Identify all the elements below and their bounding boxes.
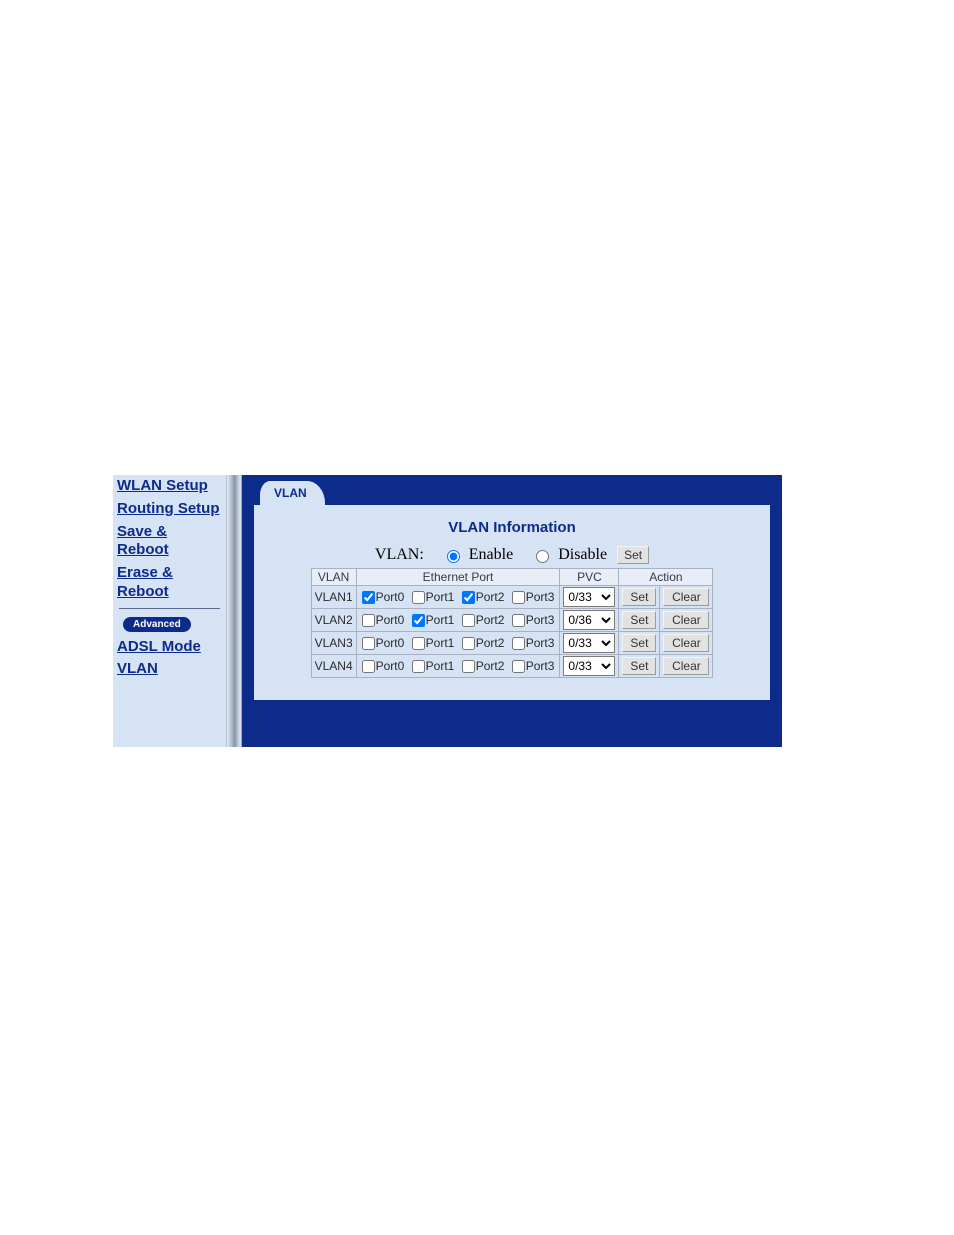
sidebar-item-wlan-setup[interactable]: WLAN Setup: [117, 477, 222, 496]
vlan-table: VLAN Ethernet Port PVC Action VLAN1 Port…: [311, 568, 714, 678]
vlan-name: VLAN3: [311, 632, 356, 655]
vlan-enable-row: VLAN: Enable Disable Set: [262, 546, 762, 564]
port2-checkbox[interactable]: [462, 614, 475, 627]
vlan-set-button[interactable]: Set: [617, 546, 649, 564]
vlan-name: VLAN1: [311, 586, 356, 609]
table-row: VLAN2 Port0 Port1 Port2 Port3 0/36 Set C…: [311, 609, 713, 632]
sidebar-item-save-reboot[interactable]: Save & Reboot: [117, 523, 222, 561]
port1-checkbox[interactable]: [412, 614, 425, 627]
port3-checkbox[interactable]: [512, 614, 525, 627]
col-ethernet-port: Ethernet Port: [356, 569, 560, 586]
row-set-button[interactable]: Set: [622, 634, 656, 652]
port0-checkbox[interactable]: [362, 660, 375, 673]
pvc-select[interactable]: 0/36: [563, 610, 615, 630]
port3-checkbox[interactable]: [512, 591, 525, 604]
row-clear-button[interactable]: Clear: [663, 588, 709, 606]
content-panel: VLAN Information VLAN: Enable Disable Se…: [254, 505, 770, 700]
port0-checkbox[interactable]: [362, 591, 375, 604]
port0-checkbox[interactable]: [362, 637, 375, 650]
port1-label: Port1: [426, 659, 455, 673]
port2-checkbox[interactable]: [462, 660, 475, 673]
table-row: VLAN1 Port0 Port1 Port2 Port3 0/33 Set C…: [311, 586, 713, 609]
sidebar-item-vlan[interactable]: VLAN: [117, 660, 222, 679]
row-set-button[interactable]: Set: [622, 611, 656, 629]
col-vlan: VLAN: [311, 569, 356, 586]
port3-label: Port3: [526, 613, 555, 627]
advanced-pill: Advanced: [123, 617, 191, 632]
port2-checkbox[interactable]: [462, 591, 475, 604]
table-row: VLAN3 Port0 Port1 Port2 Port3 0/33 Set C…: [311, 632, 713, 655]
vlan-enable-radio[interactable]: [447, 550, 460, 563]
row-clear-button[interactable]: Clear: [663, 634, 709, 652]
vlan-disable-label: Disable: [558, 546, 607, 563]
pvc-select[interactable]: 0/33: [563, 656, 615, 676]
row-set-button[interactable]: Set: [622, 657, 656, 675]
sidebar-item-erase-reboot[interactable]: Erase & Reboot: [117, 564, 222, 602]
port1-checkbox[interactable]: [412, 660, 425, 673]
tab-strip: VLAN: [242, 475, 782, 505]
pvc-select[interactable]: 0/33: [563, 633, 615, 653]
sidebar-divider: [119, 608, 220, 609]
port2-label: Port2: [476, 590, 505, 604]
port2-label: Port2: [476, 636, 505, 650]
port0-label: Port0: [376, 659, 405, 673]
pvc-select[interactable]: 0/33: [563, 587, 615, 607]
table-row: VLAN4 Port0 Port1 Port2 Port3 0/33 Set C…: [311, 655, 713, 678]
port0-label: Port0: [376, 590, 405, 604]
port0-checkbox[interactable]: [362, 614, 375, 627]
row-set-button[interactable]: Set: [622, 588, 656, 606]
port2-label: Port2: [476, 659, 505, 673]
port2-checkbox[interactable]: [462, 637, 475, 650]
sidebar-item-routing-setup[interactable]: Routing Setup: [117, 500, 222, 519]
vlan-enable-label: Enable: [469, 546, 513, 563]
port1-checkbox[interactable]: [412, 591, 425, 604]
port0-label: Port0: [376, 613, 405, 627]
sidebar-item-adsl-mode[interactable]: ADSL Mode: [117, 638, 222, 657]
port1-label: Port1: [426, 613, 455, 627]
col-action: Action: [619, 569, 713, 586]
row-clear-button[interactable]: Clear: [663, 611, 709, 629]
vertical-divider: [226, 475, 242, 747]
port2-label: Port2: [476, 613, 505, 627]
port3-checkbox[interactable]: [512, 660, 525, 673]
port3-label: Port3: [526, 590, 555, 604]
port0-label: Port0: [376, 636, 405, 650]
port1-label: Port1: [426, 590, 455, 604]
vlan-name: VLAN4: [311, 655, 356, 678]
vlan-disable-radio[interactable]: [536, 550, 549, 563]
port3-checkbox[interactable]: [512, 637, 525, 650]
row-clear-button[interactable]: Clear: [663, 657, 709, 675]
panel-title: VLAN Information: [262, 519, 762, 536]
sidebar: WLAN Setup Routing Setup Save & Reboot E…: [113, 475, 226, 747]
port1-checkbox[interactable]: [412, 637, 425, 650]
col-pvc: PVC: [560, 569, 619, 586]
vlan-name: VLAN2: [311, 609, 356, 632]
main-frame: VLAN VLAN Information VLAN: Enable Disab…: [242, 475, 782, 747]
port3-label: Port3: [526, 636, 555, 650]
port3-label: Port3: [526, 659, 555, 673]
vlan-label: VLAN:: [375, 546, 424, 563]
tab-vlan[interactable]: VLAN: [260, 481, 325, 505]
port1-label: Port1: [426, 636, 455, 650]
